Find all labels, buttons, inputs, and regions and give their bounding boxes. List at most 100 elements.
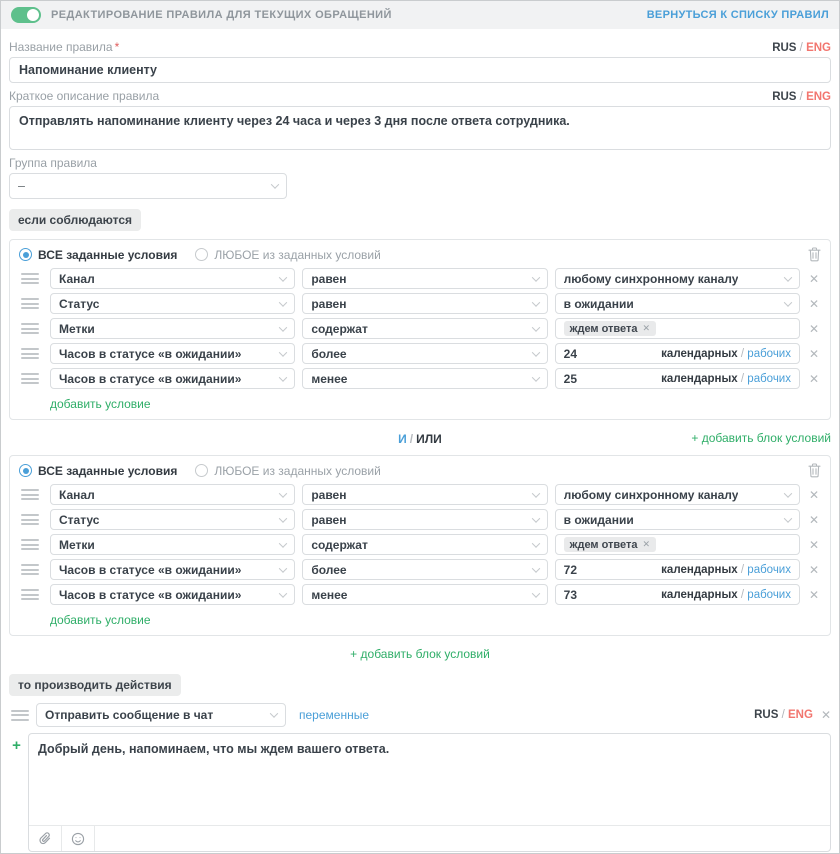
lang-eng-option[interactable]: ENG <box>806 91 831 103</box>
condition-field-select[interactable]: Метки <box>50 534 295 555</box>
remove-condition-button[interactable]: ✕ <box>807 564 821 576</box>
condition-value-number-input[interactable]: 72календарных / рабочих <box>555 559 800 580</box>
remove-condition-button[interactable]: ✕ <box>807 539 821 551</box>
remove-condition-button[interactable]: ✕ <box>807 589 821 601</box>
condition-value-select[interactable]: любому синхронному каналу <box>555 268 800 289</box>
message-text-input[interactable]: Добрый день, напоминаем, что мы ждем ваш… <box>29 734 830 825</box>
condition-operator-select[interactable]: менее <box>302 368 547 389</box>
rule-description-label: Краткое описание правила <box>9 89 159 103</box>
rule-enabled-toggle[interactable] <box>11 7 41 23</box>
emoji-button[interactable] <box>62 826 95 851</box>
drag-handle-icon[interactable] <box>19 373 43 384</box>
remove-condition-button[interactable]: ✕ <box>807 348 821 360</box>
and-option[interactable]: И <box>398 432 407 446</box>
remove-condition-button[interactable]: ✕ <box>807 273 821 285</box>
condition-field-select[interactable]: Часов в статусе «в ожидании» <box>50 368 295 389</box>
remove-condition-button[interactable]: ✕ <box>807 323 821 335</box>
condition-field-select[interactable]: Часов в статусе «в ожидании» <box>50 584 295 605</box>
remove-condition-button[interactable]: ✕ <box>807 489 821 501</box>
lang-rus-option[interactable]: RUS <box>772 42 796 54</box>
add-condition-link[interactable]: добавить условие <box>50 397 821 411</box>
attach-file-button[interactable] <box>29 826 62 851</box>
unit-working-option[interactable]: рабочих <box>747 373 791 385</box>
condition-value-number-input[interactable]: 24календарных / рабочих <box>555 343 800 364</box>
condition-operator-select[interactable]: содержат <box>302 534 547 555</box>
condition-operator-select[interactable]: равен <box>302 509 547 530</box>
condition-value-select[interactable]: в ожидании <box>555 293 800 314</box>
drag-handle-icon[interactable] <box>9 710 29 721</box>
add-message-variant-button[interactable]: + <box>9 733 24 852</box>
condition-value-select[interactable]: любому синхронному каналу <box>555 484 800 505</box>
back-to-rules-link[interactable]: ВЕРНУТЬСЯ К СПИСКУ ПРАВИЛ <box>647 9 829 21</box>
condition-block-header: ВСЕ заданные условия ЛЮБОЕ из заданных у… <box>19 247 821 262</box>
chevron-down-icon <box>531 589 539 597</box>
add-condition-block-link[interactable]: + добавить блок условий <box>691 431 831 445</box>
remove-action-button[interactable]: ✕ <box>821 709 831 721</box>
add-condition-link[interactable]: добавить условие <box>50 613 821 627</box>
delete-block-button[interactable] <box>808 463 821 478</box>
condition-field-select[interactable]: Часов в статусе «в ожидании» <box>50 343 295 364</box>
or-option[interactable]: ИЛИ <box>416 432 442 446</box>
unit-calendar-option[interactable]: календарных <box>661 348 738 360</box>
drag-handle-icon[interactable] <box>19 273 43 284</box>
condition-operator-select[interactable]: содержат <box>302 318 547 339</box>
condition-operator-select[interactable]: более <box>302 343 547 364</box>
trash-icon <box>808 463 821 478</box>
radio-all-conditions[interactable]: ВСЕ заданные условия <box>19 248 177 262</box>
condition-field-select[interactable]: Метки <box>50 318 295 339</box>
delete-block-button[interactable] <box>808 247 821 262</box>
action-type-select[interactable]: Отправить сообщение в чат <box>36 703 286 727</box>
lang-rus-option[interactable]: RUS <box>754 709 778 721</box>
unit-working-option[interactable]: рабочих <box>747 348 791 360</box>
condition-value-number-input[interactable]: 25календарных / рабочих <box>555 368 800 389</box>
radio-any-conditions[interactable]: ЛЮБОЕ из заданных условий <box>195 248 380 262</box>
variables-link[interactable]: переменные <box>299 708 369 722</box>
drag-handle-icon[interactable] <box>19 564 43 575</box>
drag-handle-icon[interactable] <box>19 348 43 359</box>
condition-value-tags-input[interactable]: ждем ответа ✕ <box>555 318 800 339</box>
chevron-down-icon <box>279 514 287 522</box>
unit-working-option[interactable]: рабочих <box>747 564 791 576</box>
radio-any-conditions[interactable]: ЛЮБОЕ из заданных условий <box>195 464 380 478</box>
tag-remove-icon[interactable]: ✕ <box>643 323 651 334</box>
condition-field-select[interactable]: Канал <box>50 484 295 505</box>
lang-eng-option[interactable]: ENG <box>806 42 831 54</box>
remove-condition-button[interactable]: ✕ <box>807 373 821 385</box>
remove-condition-button[interactable]: ✕ <box>807 298 821 310</box>
drag-handle-icon[interactable] <box>19 298 43 309</box>
condition-field-select[interactable]: Канал <box>50 268 295 289</box>
drag-handle-icon[interactable] <box>19 589 43 600</box>
condition-operator-select[interactable]: равен <box>302 484 547 505</box>
chevron-down-icon <box>279 564 287 572</box>
tag-remove-icon[interactable]: ✕ <box>643 539 651 550</box>
condition-operator-select[interactable]: равен <box>302 293 547 314</box>
condition-block: ВСЕ заданные условия ЛЮБОЕ из заданных у… <box>9 239 831 420</box>
unit-calendar-option[interactable]: календарных <box>661 564 738 576</box>
tag-label: ждем ответа <box>570 323 638 335</box>
unit-working-option[interactable]: рабочих <box>747 589 791 601</box>
lang-eng-option[interactable]: ENG <box>788 709 813 721</box>
drag-handle-icon[interactable] <box>19 489 43 500</box>
condition-field-select[interactable]: Часов в статусе «в ожидании» <box>50 559 295 580</box>
condition-value-number-input[interactable]: 73календарных / рабочих <box>555 584 800 605</box>
condition-value-tags-input[interactable]: ждем ответа✕ <box>555 534 800 555</box>
condition-field-select[interactable]: Статус <box>50 293 295 314</box>
lang-rus-option[interactable]: RUS <box>772 91 796 103</box>
rule-name-input[interactable] <box>9 57 831 83</box>
condition-value-select[interactable]: в ожидании <box>555 509 800 530</box>
radio-all-conditions[interactable]: ВСЕ заданные условия <box>19 464 177 478</box>
rule-description-input[interactable]: Отправлять напоминание клиенту через 24 … <box>9 106 831 150</box>
hours-unit-switch: календарных / рабочих <box>661 564 791 576</box>
condition-operator-select[interactable]: более <box>302 559 547 580</box>
add-condition-block-link[interactable]: + добавить блок условий <box>350 647 490 661</box>
rule-group-select[interactable]: – <box>9 173 287 199</box>
unit-calendar-option[interactable]: календарных <box>661 589 738 601</box>
drag-handle-icon[interactable] <box>19 323 43 334</box>
remove-condition-button[interactable]: ✕ <box>807 514 821 526</box>
unit-calendar-option[interactable]: календарных <box>661 373 738 385</box>
condition-operator-select[interactable]: менее <box>302 584 547 605</box>
drag-handle-icon[interactable] <box>19 539 43 550</box>
drag-handle-icon[interactable] <box>19 514 43 525</box>
condition-operator-select[interactable]: равен <box>302 268 547 289</box>
condition-field-select[interactable]: Статус <box>50 509 295 530</box>
